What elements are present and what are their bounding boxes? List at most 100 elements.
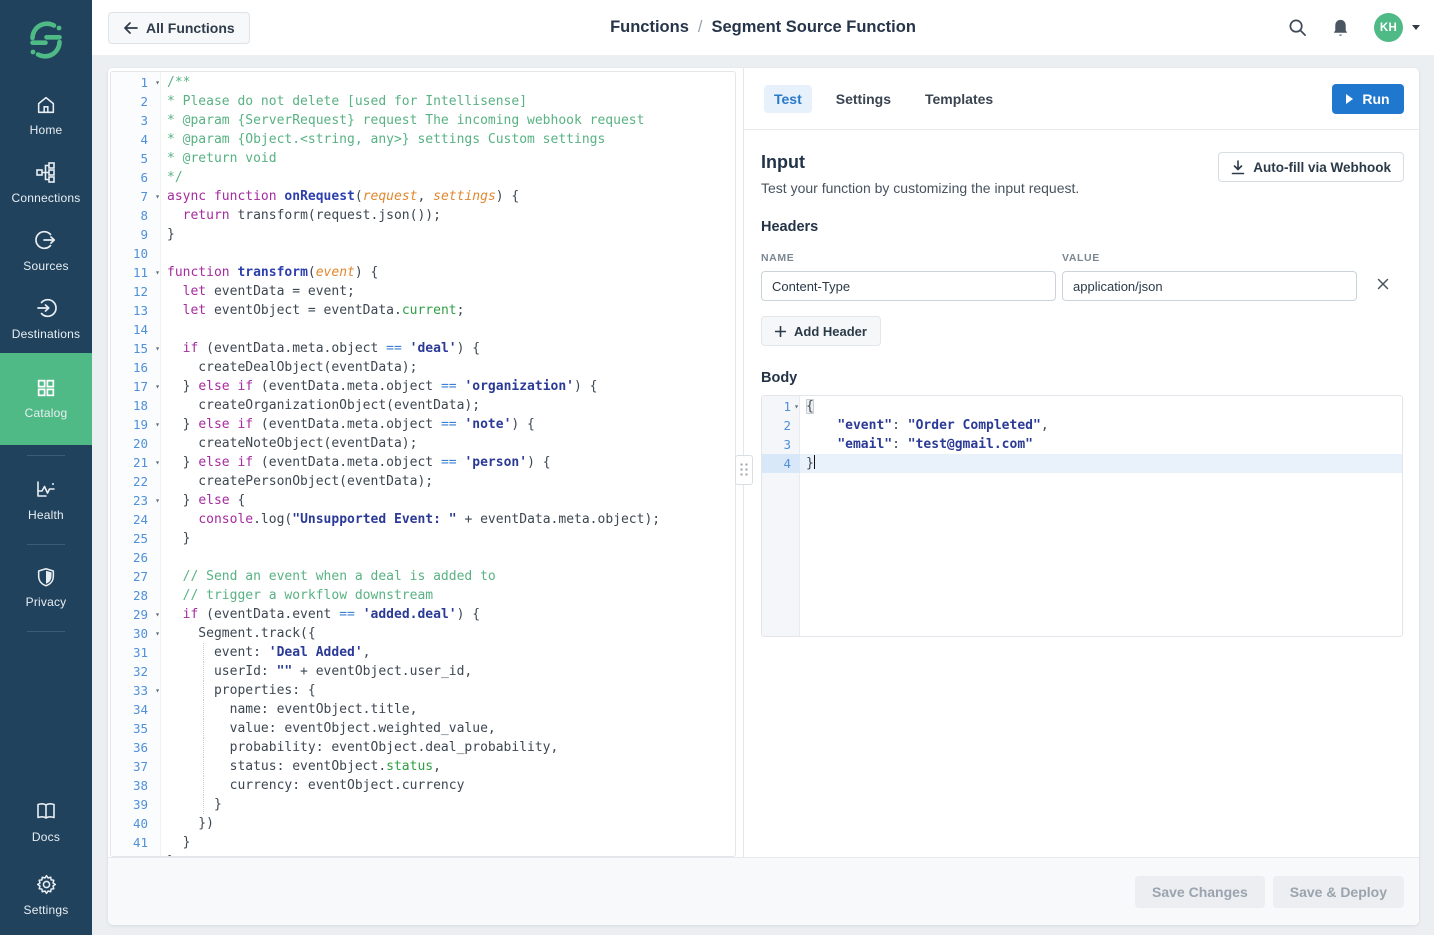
sidebar-item-label: Connections (12, 191, 81, 205)
code-line: 20 createNoteObject(eventData); (111, 434, 735, 453)
sidebar-item-label: Sources (23, 259, 68, 273)
line-number: 18 (111, 396, 161, 415)
code-line: 22 createPersonObject(eventData); (111, 472, 735, 491)
line-number: 24 (111, 510, 161, 529)
line-number: 38 (111, 776, 161, 795)
sidebar-item-catalog[interactable]: Catalog (0, 353, 92, 445)
code-line: 13 let eventObject = eventData.current; (111, 301, 735, 320)
breadcrumb: Functions/Segment Source Function (92, 18, 1434, 37)
code-line: 33▾ properties: { (111, 681, 735, 700)
line-number: 20 (111, 434, 161, 453)
line-number: 27 (111, 567, 161, 586)
fold-arrow-icon[interactable]: ▾ (155, 339, 160, 358)
code-text: // trigger a workflow downstream (161, 586, 433, 605)
fold-arrow-icon[interactable]: ▾ (155, 187, 160, 206)
fold-arrow-icon[interactable]: ▾ (155, 624, 160, 643)
code-line: 42} (111, 852, 735, 857)
fold-arrow-icon[interactable]: ▾ (155, 453, 160, 472)
fold-arrow-icon[interactable]: ▾ (155, 681, 160, 700)
header-name-input[interactable] (761, 271, 1056, 301)
sidebar-item-docs[interactable]: Docs (0, 788, 92, 856)
fold-arrow-icon[interactable]: ▾ (155, 605, 160, 624)
code-text: } else if (eventData.meta.object == 'org… (161, 377, 598, 396)
sidebar: Home Connections Sources Destinations (0, 0, 92, 935)
code-text: let eventObject = eventData.current; (161, 301, 464, 320)
add-header-button[interactable]: Add Header (761, 316, 881, 346)
code-line: 38 currency: eventObject.currency (111, 776, 735, 795)
fold-arrow-icon[interactable]: ▾ (155, 73, 160, 92)
code-line: 39 } (111, 795, 735, 814)
code-line: 3* @param {ServerRequest} request The in… (111, 111, 735, 130)
fold-arrow-icon[interactable]: ▾ (155, 377, 160, 396)
source-code-editor[interactable]: 1▾/**2* Please do not delete [used for I… (110, 71, 736, 857)
code-text: console.log("Unsupported Event: " + even… (161, 510, 660, 529)
fold-arrow-icon[interactable]: ▾ (155, 263, 160, 282)
line-number: 15▾ (111, 339, 161, 358)
remove-header-button[interactable] (1375, 276, 1391, 296)
code-line: 30▾ Segment.track({ (111, 624, 735, 643)
code-line: 4* @param {Object.<string, any>} setting… (111, 130, 735, 149)
sidebar-item-settings[interactable]: Settings (0, 862, 92, 929)
code-line: 15▾ if (eventData.meta.object == 'deal')… (111, 339, 735, 358)
code-line: 11▾function transform(event) { (111, 263, 735, 282)
sidebar-divider (27, 455, 65, 456)
code-text: * @return void (161, 149, 277, 168)
autofill-webhook-button[interactable]: Auto-fill via Webhook (1218, 152, 1404, 182)
sidebar-item-label: Home (30, 123, 63, 137)
code-text: Segment.track({ (161, 624, 316, 643)
code-line: 2* Please do not delete [used for Intell… (111, 92, 735, 111)
line-number: 5 (111, 149, 161, 168)
notifications-button[interactable] (1331, 18, 1350, 38)
code-line: 31 event: 'Deal Added', (111, 643, 735, 662)
tab-test[interactable]: Test (764, 85, 812, 113)
line-number: 26 (111, 548, 161, 567)
code-text: } else { (161, 491, 245, 510)
code-line: 25 } (111, 529, 735, 548)
code-text: } (800, 454, 815, 473)
breadcrumb-parent[interactable]: Functions (610, 18, 689, 36)
search-button[interactable] (1288, 18, 1307, 37)
tab-settings[interactable]: Settings (826, 85, 901, 113)
code-line: 14 (111, 320, 735, 339)
code-line: 26 (111, 548, 735, 567)
line-number: 42 (111, 852, 161, 857)
code-line: 17▾ } else if (eventData.meta.object == … (111, 377, 735, 396)
fold-arrow-icon[interactable]: ▾ (155, 491, 160, 510)
sidebar-item-home[interactable]: Home (0, 83, 92, 149)
line-number: 41 (111, 833, 161, 852)
segment-logo[interactable] (24, 0, 68, 83)
sidebar-item-sources[interactable]: Sources (0, 217, 92, 285)
code-line: 37 status: eventObject.status, (111, 757, 735, 776)
sidebar-item-privacy[interactable]: Privacy (0, 555, 92, 621)
code-text: return transform(request.json()); (161, 206, 441, 225)
run-button[interactable]: Run (1332, 84, 1404, 114)
sidebar-item-health[interactable]: Health (0, 466, 92, 534)
save-deploy-button[interactable]: Save & Deploy (1273, 876, 1404, 908)
sidebar-item-label: Destinations (12, 327, 80, 341)
sidebar-divider (27, 631, 65, 632)
line-number: 34 (111, 700, 161, 719)
code-line: 12 let eventData = event; (111, 282, 735, 301)
sidebar-item-label: Catalog (25, 406, 68, 420)
code-line: 2 "event": "Order Completed", (762, 416, 1402, 435)
code-line: 16 createDealObject(eventData); (111, 358, 735, 377)
chevron-down-icon[interactable] (1412, 25, 1420, 30)
fold-arrow-icon[interactable]: ▾ (155, 415, 160, 434)
header-value-input[interactable] (1062, 271, 1357, 301)
save-changes-button[interactable]: Save Changes (1135, 876, 1265, 908)
tab-templates[interactable]: Templates (915, 85, 1003, 113)
editor-footer: Save Changes Save & Deploy (108, 857, 1419, 925)
avatar[interactable]: KH (1374, 13, 1403, 42)
segment-logo-icon (24, 18, 68, 62)
fold-arrow-icon[interactable]: ▾ (794, 397, 799, 416)
line-number: 6 (111, 168, 161, 187)
panel-resize-handle[interactable] (735, 455, 753, 485)
user-menu[interactable]: KH (1374, 13, 1420, 42)
sidebar-item-connections[interactable]: Connections (0, 149, 92, 217)
breadcrumb-current: Segment Source Function (711, 18, 915, 36)
code-text (161, 244, 167, 263)
all-functions-button[interactable]: All Functions (108, 12, 250, 44)
body-json-editor[interactable]: 1▾{2 "event": "Order Completed",3 "email… (761, 395, 1403, 637)
sidebar-item-destinations[interactable]: Destinations (0, 285, 92, 353)
line-number: 32 (111, 662, 161, 681)
